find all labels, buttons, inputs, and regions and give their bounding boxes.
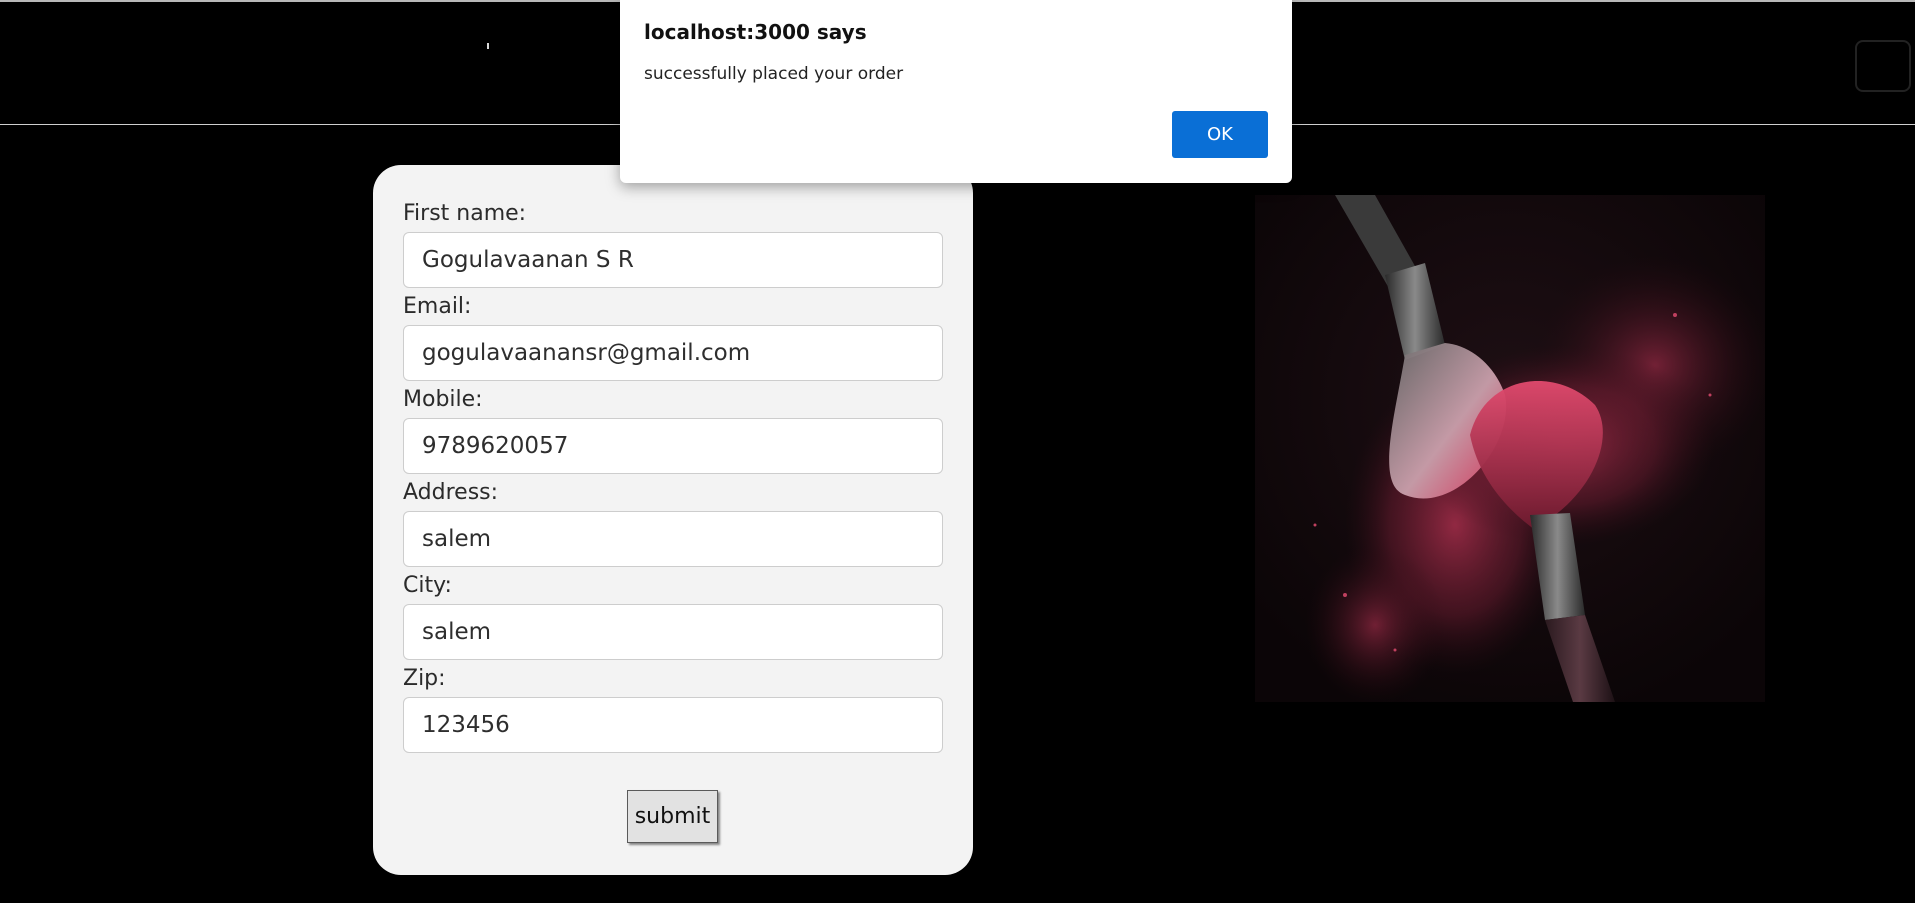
alert-title: localhost:3000 says — [644, 20, 867, 44]
alert-message: successfully placed your order — [644, 64, 904, 84]
city-input[interactable] — [403, 604, 943, 660]
page: First name: Email: Mobile: Address: City… — [0, 0, 1915, 903]
first-name-input[interactable] — [403, 232, 943, 288]
ok-button[interactable]: OK — [1172, 111, 1268, 158]
mobile-label: Mobile: — [403, 387, 483, 412]
menu-button[interactable] — [1855, 40, 1911, 92]
address-input[interactable] — [403, 511, 943, 567]
city-label: City: — [403, 573, 452, 598]
header-mark — [487, 43, 489, 49]
zip-input[interactable] — [403, 697, 943, 753]
zip-label: Zip: — [403, 666, 446, 691]
submit-button[interactable]: submit — [627, 790, 718, 843]
email-label: Email: — [403, 294, 472, 319]
makeup-brushes-image — [1255, 195, 1765, 702]
address-label: Address: — [403, 480, 499, 505]
first-name-label: First name: — [403, 201, 527, 226]
mobile-input[interactable] — [403, 418, 943, 474]
order-form: First name: Email: Mobile: Address: City… — [373, 165, 973, 875]
alert-dialog: localhost:3000 says successfully placed … — [620, 0, 1292, 183]
email-input[interactable] — [403, 325, 943, 381]
